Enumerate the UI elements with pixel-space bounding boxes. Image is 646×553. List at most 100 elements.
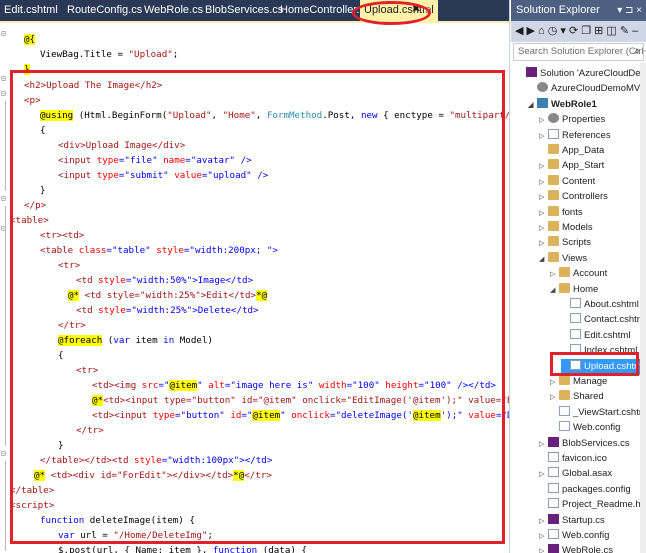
scrollbar[interactable] [640, 62, 646, 553]
tree-item-label: WebRole1 [551, 98, 597, 110]
tree-item[interactable]: ▷ Global.asax [539, 466, 612, 482]
panel-controls-icon[interactable]: ▾ ⊐ × [617, 0, 642, 21]
tree-item[interactable]: ▷ Controllers [539, 189, 608, 205]
file-icon [548, 529, 559, 539]
tree-item[interactable]: Web.config [550, 420, 620, 436]
file-icon [559, 405, 570, 416]
file-icon [570, 328, 581, 339]
tab-blobservices-cs[interactable]: BlobServices.cs [205, 0, 283, 21]
code-line: <script> [10, 500, 55, 511]
code-line: <input type="submit" value="upload" /> [58, 170, 269, 181]
tree-item-label: App_Start [562, 160, 605, 172]
collapse-icon[interactable]: ⊟ [1, 86, 10, 101]
tree-item[interactable]: _ViewStart.cshtml [550, 405, 646, 421]
file-icon [548, 482, 559, 493]
tree-item-label: BlobServices.cs [562, 437, 630, 449]
tree-item-label: AzureCloudDemoMVC [551, 83, 646, 95]
tree-item[interactable]: About.cshtml [561, 297, 639, 313]
tree-item[interactable]: ▷ Shared [550, 389, 604, 405]
tree-item[interactable]: ▷ Content [539, 174, 595, 190]
code-area[interactable]: ⊟ ⊟ ⊟ ⊟ ⊟ ⊟ @{ ViewBag.Title = "Upload";… [0, 26, 510, 553]
collapse-icon[interactable]: ⊟ [1, 446, 10, 461]
code-line: <tr><td> [40, 230, 85, 241]
tree-item[interactable]: ◢ Home [550, 282, 598, 298]
search-placeholder: Search Solution Explorer (Ctrl+;) [518, 46, 646, 57]
code-line: @{ [24, 34, 36, 45]
tree-item[interactable]: favicon.ico [539, 451, 607, 467]
solution-explorer-toolbar[interactable]: ◀ ▶ ⌂ ◷ ▾ ⟳ ❐ ⊞ ◫ ✎ – [511, 21, 646, 42]
tree-item[interactable]: ▷ Startup.cs [539, 513, 605, 529]
code-line: @foreach (var item in Model) [58, 335, 213, 346]
outline-guide [5, 101, 6, 191]
tree-item[interactable]: Contact.cshtml [561, 312, 646, 328]
outline-guide [5, 206, 6, 446]
tree-item[interactable]: ▷ fonts [539, 205, 583, 221]
project-icon [537, 97, 548, 108]
code-line: @using (Html.BeginForm("Upload", "Home",… [40, 110, 510, 121]
collapse-icon[interactable]: ⊟ [1, 26, 10, 41]
tree-item-label: Properties [562, 114, 606, 126]
expand-arrow-icon[interactable]: ▷ [539, 544, 548, 553]
code-line: @*<td><input type="button" id="@item" on… [92, 393, 509, 408]
code-line: </p> [24, 200, 47, 211]
tree-item-label: favicon.ico [562, 453, 607, 464]
file-icon [570, 298, 581, 308]
tree-item[interactable]: ▷ App_Start [539, 158, 604, 174]
collapse-icon[interactable]: ⊟ [1, 191, 10, 206]
tree-item[interactable]: ◢ WebRole1 [528, 97, 597, 113]
settings-icon [548, 113, 559, 124]
tab-webrole-cs[interactable]: WebRole.cs [144, 0, 203, 21]
tree-item-label: Index.cshtml [584, 345, 638, 357]
tab-underline [0, 21, 509, 23]
tree-item[interactable]: AzureCloudDemoMVC [528, 81, 646, 97]
tree-item[interactable]: ▷ Account [550, 266, 607, 282]
code-line: <table class="table" style="width:200px;… [40, 245, 278, 256]
tree-item[interactable]: ▷ References [539, 128, 611, 144]
pin-icon[interactable]: ✖ [412, 0, 420, 21]
tree-item[interactable]: Edit.cshtml [561, 328, 630, 344]
code-line: <td><img src="@item" alt="image here is"… [92, 380, 496, 391]
folder-icon [548, 159, 559, 170]
tree-item-label: Views [562, 252, 588, 264]
tree-item[interactable]: Solution 'AzureCloudDemoMVC' (2 [517, 66, 646, 82]
search-input[interactable]: Search Solution Explorer (Ctrl+;) ⌕ [513, 43, 646, 61]
tree-item-label: _ViewStart.cshtml [573, 406, 646, 418]
tree-item[interactable]: ▷ Web.config [539, 528, 609, 544]
expand-arrow-icon[interactable]: ◢ [528, 98, 537, 114]
code-line: <td><input type="button" id="@item" oncl… [92, 410, 509, 421]
code-line: <h2>Upload The Image</h2> [24, 80, 163, 91]
tree-item-label: WebRole.cs [562, 545, 614, 553]
folder-icon [548, 251, 559, 262]
code-line: </tr> [76, 425, 104, 436]
solution-explorer[interactable]: Solution Explorer ▾ ⊐ × ◀ ▶ ⌂ ◷ ▾ ⟳ ❐ ⊞ … [511, 0, 646, 553]
tree-item[interactable]: ▷ Scripts [539, 235, 591, 251]
close-icon[interactable]: × [425, 0, 431, 21]
tree-item-label: Scripts [562, 237, 592, 249]
code-line: <input type="file" name="avatar" /> [58, 155, 252, 166]
tree-item[interactable]: ▷ Properties [539, 112, 605, 128]
tree-item[interactable]: ◢ Views [539, 251, 587, 267]
tree-item[interactable]: Upload.cshtml [561, 358, 646, 375]
code-editor[interactable]: Edit.cshtml RouteConfig.cs WebRole.cs Bl… [0, 0, 510, 553]
collapse-icon[interactable]: ⊟ [1, 71, 10, 86]
code-line: <tr> [76, 365, 99, 376]
expand-arrow-icon[interactable]: ◢ [550, 283, 559, 299]
tree-item-label: packages.config [562, 483, 631, 495]
tree-item[interactable]: ▷ Manage [550, 374, 607, 390]
tab-homecontroller-cs[interactable]: HomeController.cs [280, 0, 370, 21]
tab-routeconfig-cs[interactable]: RouteConfig.cs [67, 0, 142, 21]
folder-icon [559, 267, 570, 278]
tree-item-label: Web.config [573, 422, 621, 434]
tree-item[interactable]: Project_Readme.html [539, 497, 646, 513]
tree-item[interactable]: ▷ WebRole.cs [539, 543, 613, 553]
expand-arrow-icon[interactable]: ◢ [539, 252, 548, 268]
tree-item[interactable]: Index.cshtml [561, 343, 637, 359]
tree-item[interactable]: App_Data [539, 143, 604, 159]
tab-edit-cshtml[interactable]: Edit.cshtml [4, 0, 58, 21]
tree-item[interactable]: ▷ BlobServices.cs [539, 436, 630, 452]
tree-item[interactable]: packages.config [539, 482, 631, 498]
tree-item[interactable]: ▷ Models [539, 220, 593, 236]
search-icon[interactable]: ⌕ [634, 44, 640, 60]
file-icon [570, 344, 581, 355]
code-line: } [40, 185, 46, 196]
